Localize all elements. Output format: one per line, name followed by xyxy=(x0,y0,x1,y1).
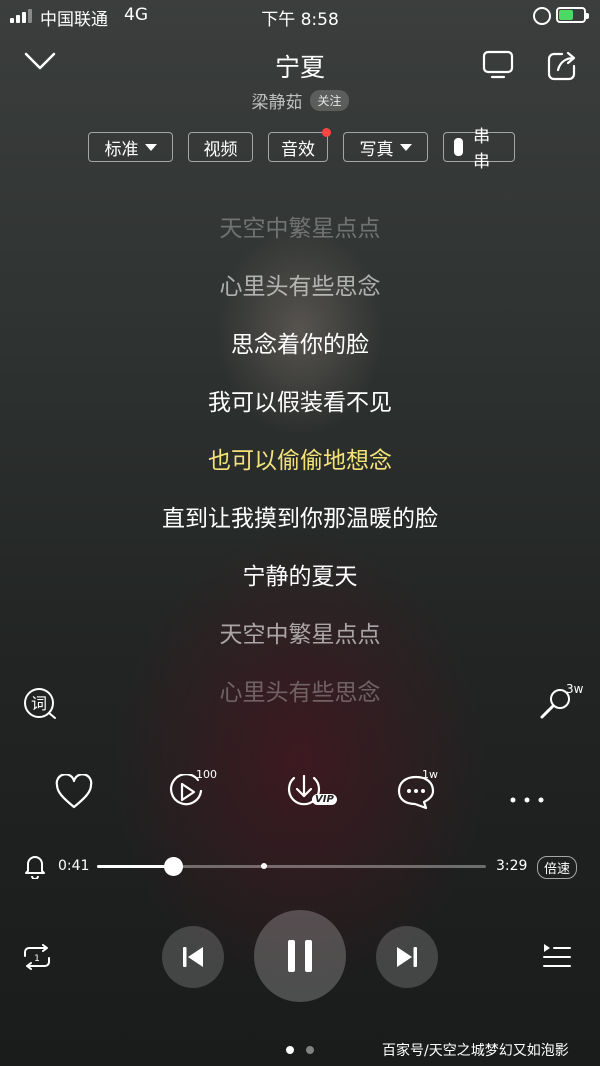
new-dot-badge xyxy=(322,128,331,137)
duration-time: 3:29 xyxy=(496,858,528,874)
effects-label: 音效 xyxy=(281,139,315,160)
download-icon[interactable]: VIP xyxy=(284,772,337,816)
share-icon[interactable] xyxy=(546,50,578,86)
quality-dropdown[interactable]: 标准 xyxy=(88,132,173,162)
heart-icon[interactable] xyxy=(55,773,93,814)
toggle-icon xyxy=(454,138,464,156)
lyrics-toggle-label: 词 xyxy=(31,694,47,713)
photos-label: 写真 xyxy=(359,139,394,160)
comment-icon[interactable]: 1w xyxy=(396,768,438,814)
chuanchuan-label: 串串 xyxy=(473,127,491,172)
progress-fill xyxy=(97,865,174,868)
cast-tv-icon[interactable] xyxy=(482,50,514,84)
artist-name[interactable]: 梁静茹 xyxy=(251,88,302,113)
action-row: 100 VIP 1w xyxy=(0,768,600,816)
lyric-line: 思念着你的脸 xyxy=(231,332,369,358)
lyric-line: 天空中繁星点点 xyxy=(219,622,381,648)
previous-icon xyxy=(183,947,203,967)
karaoke-count: 3w xyxy=(566,682,584,696)
more-icon[interactable] xyxy=(510,788,544,807)
caret-down-icon xyxy=(399,143,412,151)
battery-icon xyxy=(556,7,589,23)
photos-dropdown[interactable]: 写真 xyxy=(343,132,428,162)
mv-icon[interactable]: 100 xyxy=(168,768,217,814)
pause-icon xyxy=(288,940,312,972)
follow-button[interactable]: 关注 xyxy=(310,90,349,111)
lyric-line: 天空中繁星点点 xyxy=(219,216,381,242)
artist-row: 梁静茹 关注 xyxy=(0,88,600,113)
lyric-line: 宁静的夏天 xyxy=(242,564,358,590)
next-icon xyxy=(397,947,417,967)
lyric-line: 心里头有些思念 xyxy=(219,680,381,706)
lyric-line: 直到让我摸到你那温暖的脸 xyxy=(162,506,438,532)
chuanchuan-toggle[interactable]: 串串 xyxy=(443,127,515,172)
pause-button[interactable] xyxy=(254,910,346,1002)
bell-icon[interactable] xyxy=(24,853,46,883)
lyrics-toggle-icon[interactable]: 词 xyxy=(22,686,58,726)
caret-down-icon xyxy=(144,143,157,151)
player-screen: 中国联通 4G 下午 8:58 宁夏 梁静茹 关注 标准 视频 音效 写真 串串… xyxy=(0,0,600,1066)
previous-button[interactable] xyxy=(162,926,224,988)
tool-bar: 标准 视频 音效 写真 串串 xyxy=(88,127,515,172)
repeat-one-icon[interactable]: 1 xyxy=(22,944,52,974)
mv-count: 100 xyxy=(196,768,217,781)
progress-track[interactable] xyxy=(97,857,486,876)
lyric-line-current: 也可以偷偷地想念 xyxy=(208,448,392,474)
next-button[interactable] xyxy=(376,926,438,988)
rotation-lock-icon xyxy=(533,7,551,25)
progress-knob[interactable] xyxy=(164,857,184,876)
comment-count: 1w xyxy=(422,768,438,781)
clock: 下午 8:58 xyxy=(261,10,339,30)
status-bar: 中国联通 4G 下午 8:58 xyxy=(0,0,600,34)
current-time: 0:41 xyxy=(58,858,90,874)
page-dot[interactable] xyxy=(306,1046,314,1054)
buffer-marker xyxy=(261,863,268,869)
lyric-line: 心里头有些思念 xyxy=(219,274,381,300)
playlist-icon[interactable] xyxy=(542,942,572,974)
video-label: 视频 xyxy=(203,139,238,160)
page-dot-active[interactable] xyxy=(286,1046,294,1054)
lyric-line: 我可以假装看不见 xyxy=(208,390,392,416)
quality-label: 标准 xyxy=(104,139,139,160)
watermark-text: 百家号/天空之城梦幻又如泡影 xyxy=(382,1043,569,1059)
speed-button[interactable]: 倍速 xyxy=(537,856,578,879)
lyrics-panel[interactable]: 天空中繁星点点 心里头有些思念 思念着你的脸 我可以假装看不见 也可以偷偷地想念… xyxy=(0,210,600,732)
video-button[interactable]: 视频 xyxy=(188,132,253,162)
vip-badge: VIP xyxy=(312,794,337,805)
effects-button[interactable]: 音效 xyxy=(268,128,331,162)
svg-text:1: 1 xyxy=(34,954,40,964)
